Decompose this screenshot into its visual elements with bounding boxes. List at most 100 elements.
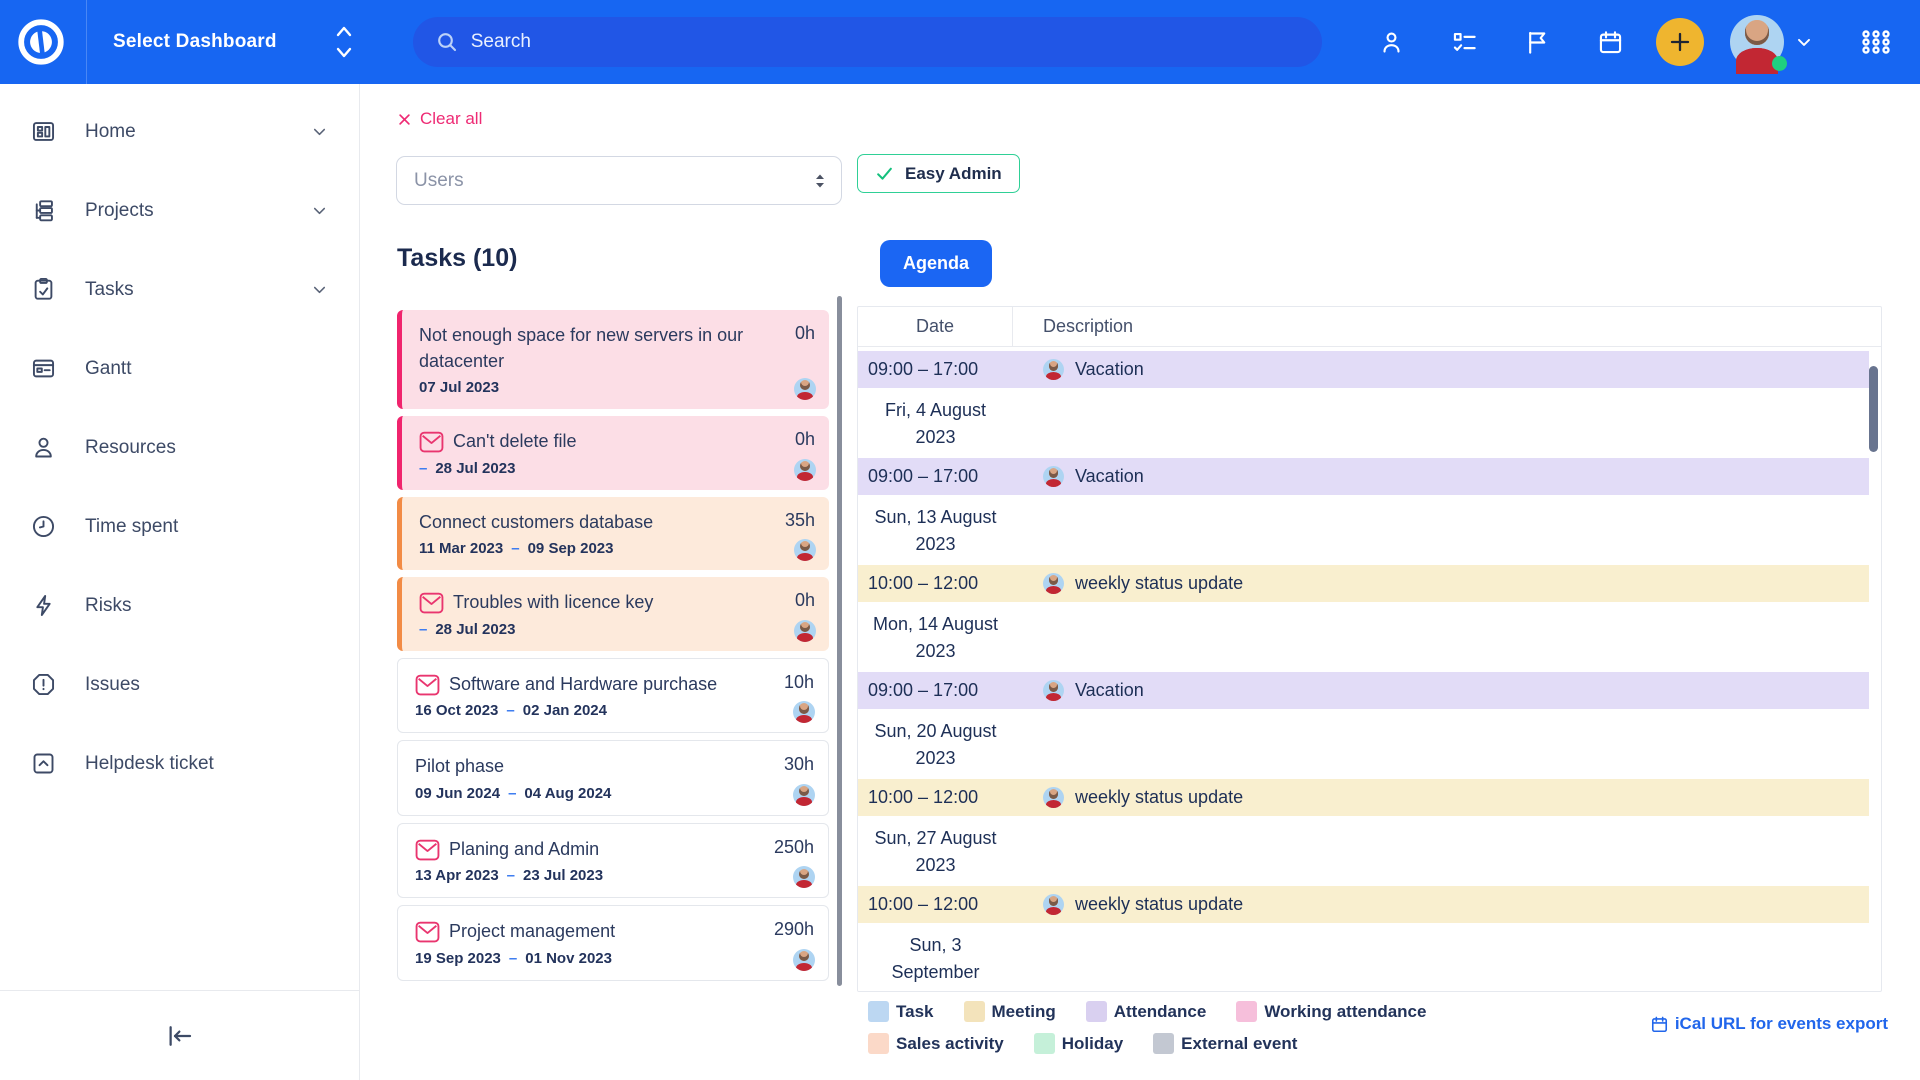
task-dates: – 28 Jul 2023 bbox=[419, 621, 815, 638]
sidebar-item[interactable]: Home bbox=[0, 92, 359, 171]
users-filter-select[interactable]: Users bbox=[396, 156, 842, 205]
agenda-scrollbar-thumb[interactable] bbox=[1869, 366, 1878, 452]
date-group-label: Mon, 14 August 2023 bbox=[858, 611, 1013, 665]
task-card[interactable]: Connect customers database 35h 11 Mar 20… bbox=[397, 497, 829, 571]
agenda-date-cell: Sun, 27 August 2023 bbox=[858, 825, 1013, 879]
agenda-description-cell: Vacation bbox=[1013, 466, 1144, 487]
sidebar-item[interactable]: Risks bbox=[0, 566, 359, 645]
task-start-date: 19 Sep 2023 bbox=[415, 950, 501, 967]
event-avatar bbox=[1043, 359, 1064, 380]
legend-item: External event bbox=[1153, 1033, 1297, 1054]
agenda-row[interactable]: Sun, 13 August 2023 bbox=[858, 495, 1869, 565]
agenda-row[interactable]: 10:00 – 12:00 weekly status update bbox=[858, 886, 1869, 923]
event-time: 09:00 – 17:00 bbox=[858, 466, 978, 487]
event-time: 10:00 – 12:00 bbox=[858, 894, 978, 915]
agenda-row[interactable]: 09:00 – 17:00 Vacation bbox=[858, 458, 1869, 495]
task-end-date: 01 Nov 2023 bbox=[525, 950, 612, 967]
date-group-label: Sun, 13 August 2023 bbox=[858, 504, 1013, 558]
envelope-icon bbox=[415, 839, 440, 861]
agenda-row[interactable]: 09:00 – 17:00 Vacation bbox=[858, 351, 1869, 388]
agenda-table-header: Date Description bbox=[858, 307, 1881, 347]
envelope-icon bbox=[419, 431, 444, 453]
flag-icon[interactable] bbox=[1524, 29, 1551, 56]
assignee-avatar bbox=[793, 784, 815, 806]
app-logo[interactable] bbox=[16, 17, 66, 67]
agenda-row[interactable]: Sun, 3 September bbox=[858, 923, 1869, 992]
sidebar-item-icon bbox=[30, 118, 57, 145]
add-button[interactable] bbox=[1656, 18, 1704, 66]
calendar-icon bbox=[1650, 1015, 1669, 1034]
task-card[interactable]: Troubles with licence key 0h – 28 Jul 20… bbox=[397, 577, 829, 651]
task-card[interactable]: Planing and Admin 250h 13 Apr 2023 – 23 … bbox=[397, 823, 829, 899]
apps-grid-icon[interactable] bbox=[1860, 26, 1892, 58]
sidebar-item[interactable]: Tasks bbox=[0, 250, 359, 329]
task-dates: 16 Oct 2023 – 02 Jan 2024 bbox=[415, 702, 814, 719]
task-card[interactable]: Software and Hardware purchase 10h 16 Oc… bbox=[397, 658, 829, 734]
sidebar-item[interactable]: Issues bbox=[0, 645, 359, 724]
legend-swatch bbox=[1153, 1033, 1174, 1054]
sidebar-item-icon bbox=[30, 355, 57, 382]
agenda-date-cell: 10:00 – 12:00 bbox=[858, 894, 1013, 915]
legend-label: Sales activity bbox=[896, 1034, 1004, 1054]
task-dates: 09 Jun 2024 – 04 Aug 2024 bbox=[415, 785, 814, 802]
event-type-legend: Task Meeting Attendance Working attendan… bbox=[868, 1001, 1426, 1054]
legend-label: Attendance bbox=[1114, 1002, 1207, 1022]
legend-swatch bbox=[1086, 1001, 1107, 1022]
task-card[interactable]: Pilot phase 30h 09 Jun 2024 – 04 Aug 202… bbox=[397, 740, 829, 816]
agenda-date-cell: 09:00 – 17:00 bbox=[858, 359, 1013, 380]
task-end-date: 09 Sep 2023 bbox=[528, 540, 614, 557]
date-group-label: Sun, 27 August 2023 bbox=[858, 825, 1013, 879]
ical-export-link[interactable]: iCal URL for events export bbox=[1650, 1014, 1888, 1034]
sidebar-item[interactable]: Gantt bbox=[0, 329, 359, 408]
assignee-avatar bbox=[793, 866, 815, 888]
agenda-row[interactable]: Mon, 14 August 2023 bbox=[858, 602, 1869, 672]
agenda-date-cell: Sun, 3 September bbox=[858, 932, 1013, 986]
search-input[interactable] bbox=[471, 31, 1300, 53]
sidebar-item[interactable]: Helpdesk ticket bbox=[0, 724, 359, 803]
user-avatar[interactable] bbox=[1730, 15, 1784, 69]
dashboard-selector[interactable]: Select Dashboard bbox=[113, 24, 355, 60]
task-end-date: 23 Jul 2023 bbox=[523, 867, 603, 884]
sidebar-item-icon bbox=[30, 750, 57, 777]
clear-all-filters-button[interactable]: Clear all bbox=[397, 109, 482, 129]
envelope-icon bbox=[419, 592, 444, 614]
profile-icon[interactable] bbox=[1378, 29, 1405, 56]
sort-arrows-icon bbox=[813, 173, 827, 189]
task-card[interactable]: Can't delete file 0h – 28 Jul 2023 bbox=[397, 416, 829, 490]
envelope-icon bbox=[415, 921, 440, 943]
sidebar-item-label: Home bbox=[85, 121, 136, 143]
agenda-row[interactable]: Sun, 20 August 2023 bbox=[858, 709, 1869, 779]
task-card[interactable]: Not enough space for new servers in our … bbox=[397, 310, 829, 409]
chevron-down-icon[interactable] bbox=[1794, 32, 1814, 52]
agenda-row[interactable]: Sun, 27 August 2023 bbox=[858, 816, 1869, 886]
task-card[interactable]: Project management 290h 19 Sep 2023 – 01… bbox=[397, 905, 829, 981]
task-title: Not enough space for new servers in our … bbox=[419, 323, 786, 374]
topbar: Select Dashboard bbox=[0, 0, 1920, 84]
assignee-avatar bbox=[794, 620, 816, 642]
legend-label: Working attendance bbox=[1264, 1002, 1426, 1022]
date-separator: – bbox=[508, 785, 516, 802]
sidebar-item[interactable]: Resources bbox=[0, 408, 359, 487]
collapse-sidebar-button[interactable] bbox=[165, 1021, 195, 1051]
chevron-down-icon bbox=[310, 122, 329, 141]
clear-all-label: Clear all bbox=[420, 109, 482, 129]
sidebar-item[interactable]: Time spent bbox=[0, 487, 359, 566]
agenda-row[interactable]: 10:00 – 12:00 weekly status update bbox=[858, 779, 1869, 816]
tasks-scrollbar[interactable] bbox=[837, 296, 842, 986]
agenda-description-cell: weekly status update bbox=[1013, 573, 1243, 594]
event-time: 09:00 – 17:00 bbox=[858, 359, 978, 380]
agenda-row[interactable]: 09:00 – 17:00 Vacation bbox=[858, 672, 1869, 709]
users-filter-placeholder: Users bbox=[414, 170, 813, 192]
easy-admin-filter-chip[interactable]: Easy Admin bbox=[857, 154, 1020, 193]
agenda-row[interactable]: 10:00 – 12:00 weekly status update bbox=[858, 565, 1869, 602]
calendar-icon[interactable] bbox=[1597, 29, 1624, 56]
sidebar-item[interactable]: Projects bbox=[0, 171, 359, 250]
agenda-row[interactable]: Fri, 4 August 2023 bbox=[858, 388, 1869, 458]
agenda-tab-button[interactable]: Agenda bbox=[880, 240, 992, 287]
sidebar-item-label: Resources bbox=[85, 437, 176, 459]
task-start-date: 07 Jul 2023 bbox=[419, 379, 499, 396]
search-bar[interactable] bbox=[413, 17, 1322, 67]
checklist-icon[interactable] bbox=[1451, 29, 1478, 56]
task-hours: 30h bbox=[784, 754, 814, 775]
task-end-date: 28 Jul 2023 bbox=[435, 621, 515, 638]
